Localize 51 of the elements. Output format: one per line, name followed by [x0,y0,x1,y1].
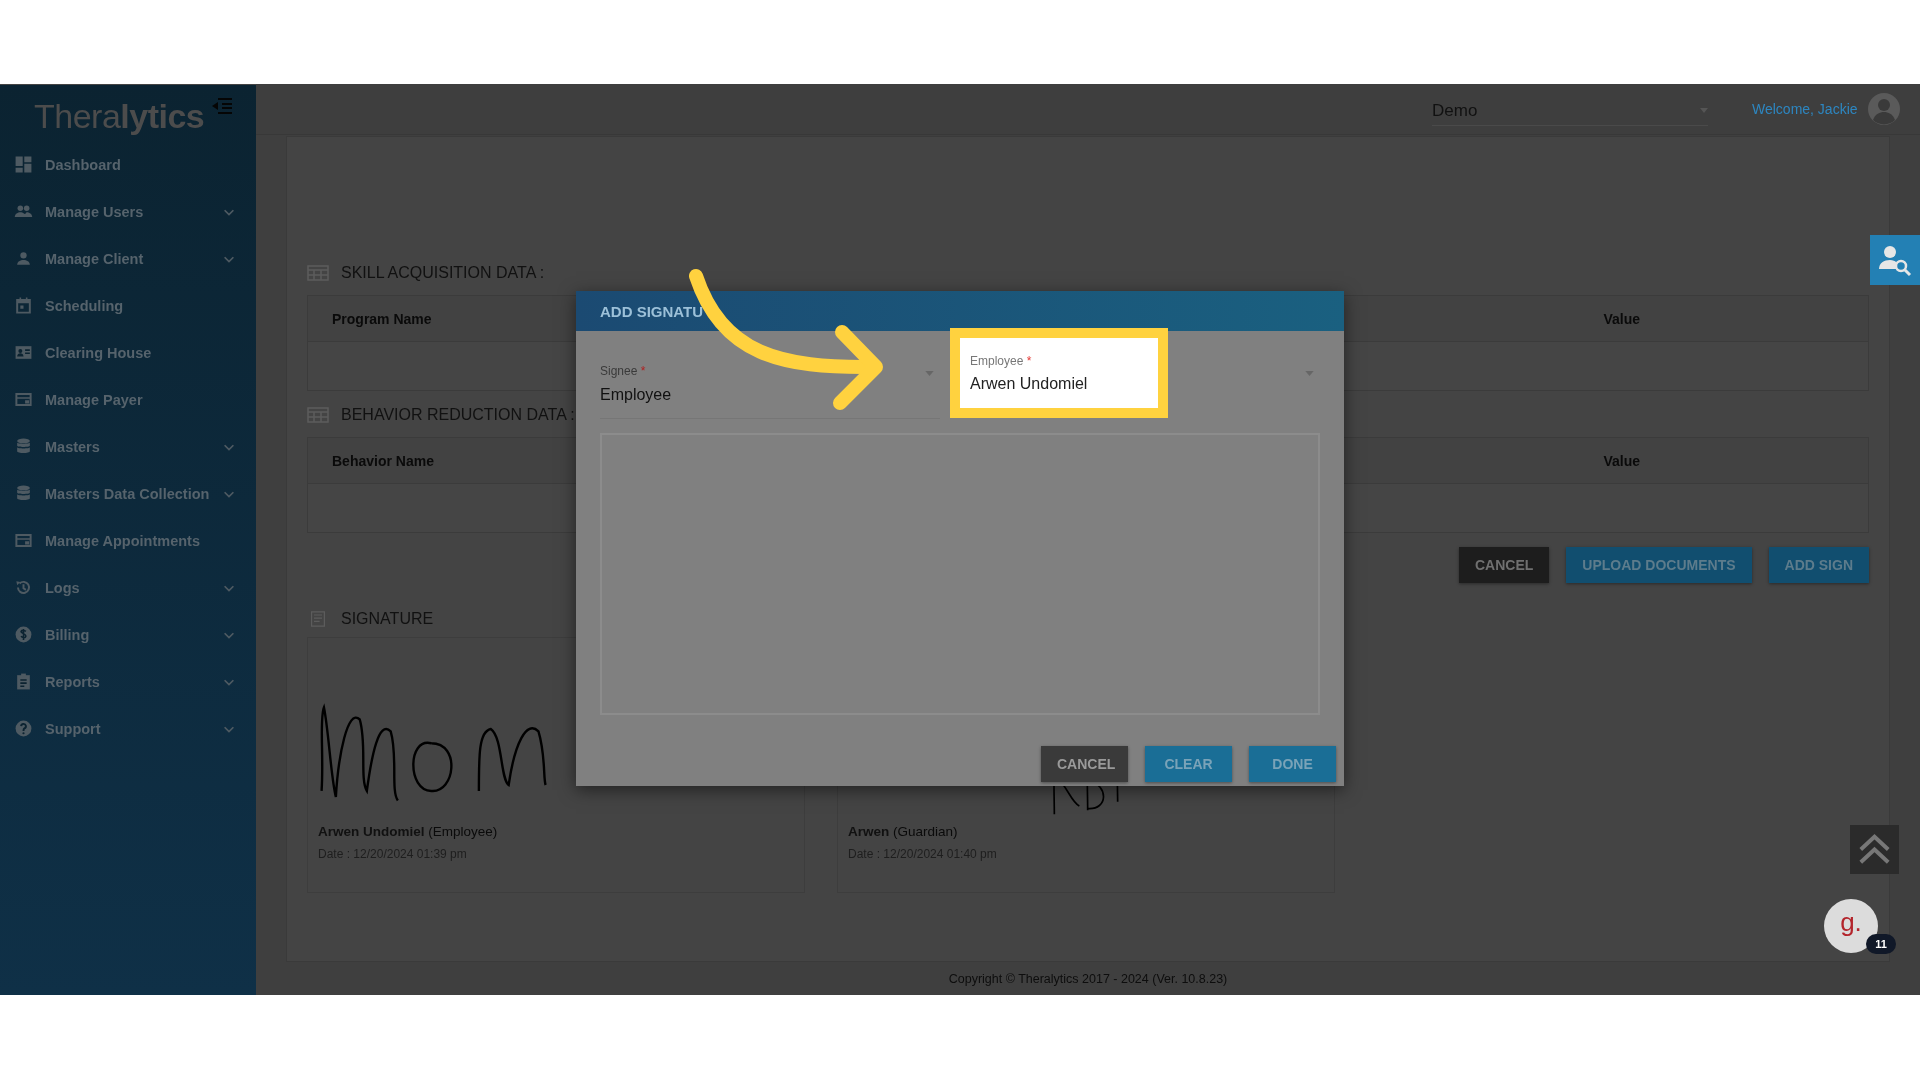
sidebar-item[interactable]: Masters Data Collection [0,470,256,517]
logo: Theralytics [34,95,205,136]
column-header: Behavior Name [332,452,434,469]
column-header: Value [1603,452,1640,469]
avatar-icon[interactable] [1867,93,1900,125]
sidebar-item[interactable]: Manage Users [0,188,256,235]
field-value: Arwen Undomiel [970,375,1089,393]
dialog-button[interactable]: CLEAR [1145,746,1232,782]
menu-icon[interactable] [212,98,232,114]
field-label: Signee * [600,364,647,378]
user-icon [14,249,33,268]
sidebar-item[interactable]: Support [0,705,256,752]
sidebar-item[interactable]: Manage Client [0,235,256,282]
field-label: Employee * [970,354,1033,368]
sidebar-item[interactable]: Dashboard [0,141,256,188]
help-icon [14,719,33,738]
clipboard-icon [14,672,33,691]
caret-down-icon [1700,108,1708,113]
sidebar-item[interactable]: Manage Payer [0,376,256,423]
dialog-title: ADD SIGNATU [576,291,1344,331]
caret-down-icon [925,370,934,376]
calendar-icon [14,296,33,315]
caret-down-icon [1305,370,1314,376]
action-button[interactable]: ADD SIGN [1768,547,1869,583]
sidebar-item[interactable]: Manage Appointments [0,517,256,564]
sidebar-item[interactable]: Billing [0,611,256,658]
dollar-icon [14,625,33,644]
action-button[interactable]: UPLOAD DOCUMENTS [1566,547,1752,583]
grid-icon [14,155,33,174]
id-card-icon [14,343,33,362]
sidebar-item[interactable]: Logs [0,564,256,611]
field-value: Employee [600,386,672,404]
user-search-icon[interactable] [1870,235,1920,285]
database-icon [14,437,33,456]
count-badge: 11 [1866,934,1896,954]
sidebar-item[interactable]: Masters [0,423,256,470]
wallet-icon [14,390,33,409]
welcome-text: Welcome, Jackie [1752,101,1858,117]
dropdown-field[interactable]: Signee * Employee [600,342,672,404]
dialog-button[interactable]: CANCEL [1041,746,1128,782]
sidebar-item[interactable]: Reports [0,658,256,705]
action-button[interactable]: CANCEL [1458,547,1550,583]
wallet-icon [14,531,33,550]
sidebar-item[interactable]: Clearing House [0,329,256,376]
database-icon [14,484,33,503]
column-header: Value [1603,310,1640,327]
scroll-up-icon[interactable] [1850,825,1899,874]
sidebar-item[interactable]: Scheduling [0,282,256,329]
dialog-button[interactable]: DONE [1249,746,1336,782]
history-icon [14,578,33,597]
column-header: Program Name [332,310,432,327]
